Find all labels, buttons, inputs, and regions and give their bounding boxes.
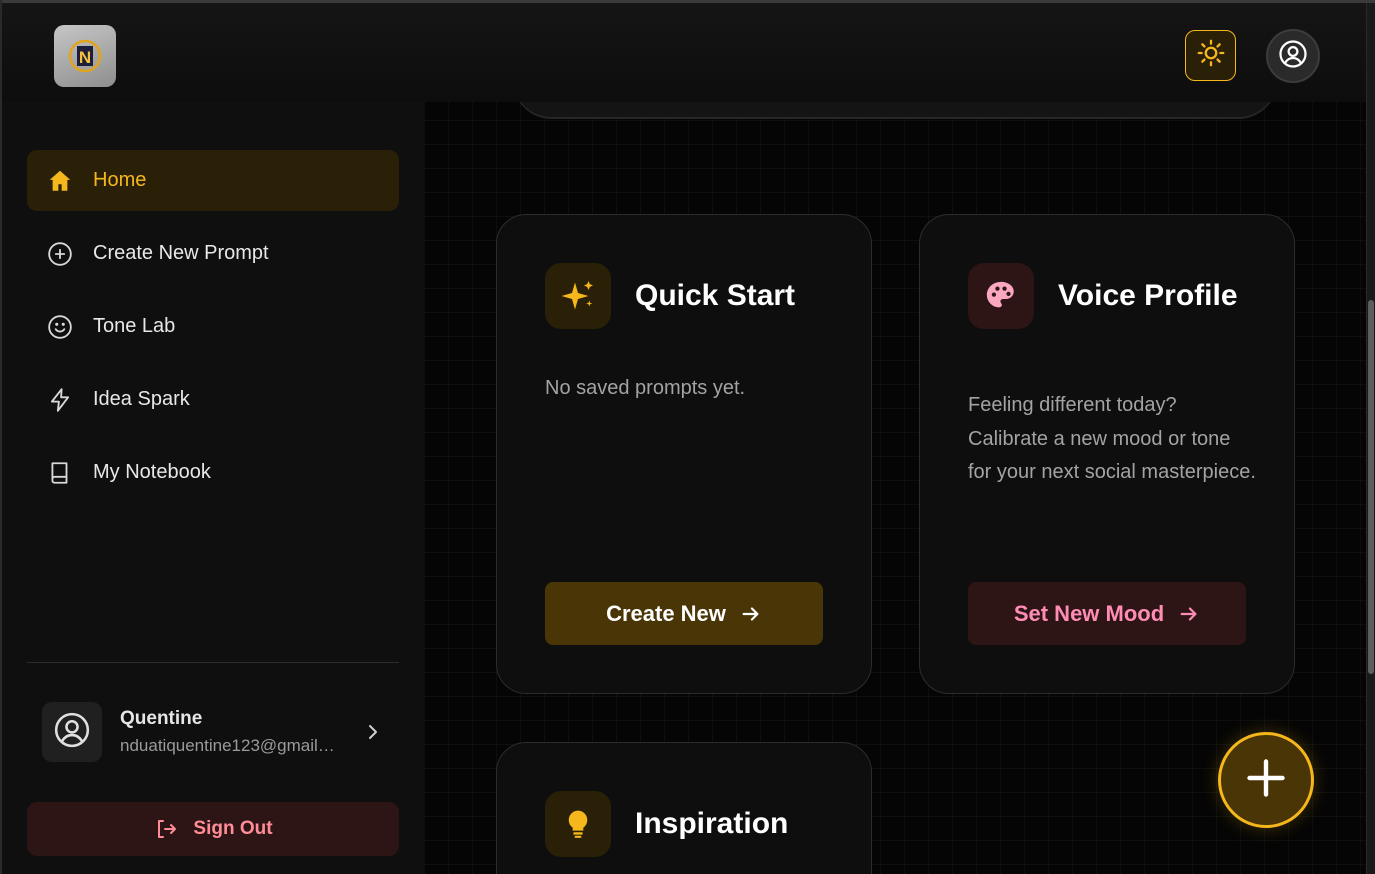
create-new-label: Create New xyxy=(606,600,726,626)
lightning-icon xyxy=(47,387,73,413)
profile-button[interactable] xyxy=(1266,29,1320,83)
quick-start-title: Quick Start xyxy=(635,279,796,312)
top-bar: N xyxy=(2,3,1366,102)
set-new-mood-label: Set New Mood xyxy=(1013,600,1165,626)
user-name: Quentine xyxy=(120,708,203,729)
user-circle-icon xyxy=(1278,39,1308,74)
sun-icon xyxy=(1197,39,1225,72)
voice-profile-card: Voice Profile Feeling different today? C… xyxy=(919,214,1295,694)
main-content: Quick Start No saved prompts yet. Create… xyxy=(424,0,1366,874)
sidebar-item-label: Create New Prompt xyxy=(93,242,269,264)
voice-profile-title: Voice Profile xyxy=(1058,279,1238,312)
sidebar-item-label: Home xyxy=(93,169,147,191)
window-top-border xyxy=(0,0,1375,3)
inspiration-title: Inspiration xyxy=(635,807,789,840)
notebook-icon xyxy=(47,460,73,486)
plus-circle-icon xyxy=(47,241,73,267)
user-circle-icon xyxy=(53,711,91,754)
sidebar-item-my-notebook[interactable]: My Notebook xyxy=(27,442,399,503)
voice-profile-text: Feeling different today? Calibrate a new… xyxy=(968,394,1256,483)
sidebar-item-tone-lab[interactable]: Tone Lab xyxy=(27,296,399,357)
quick-start-text: No saved prompts yet. xyxy=(545,377,746,399)
sign-out-label: Sign Out xyxy=(193,818,273,839)
chevron-right-icon xyxy=(363,720,383,744)
svg-text:N: N xyxy=(79,48,91,67)
theme-toggle-button[interactable] xyxy=(1185,30,1236,81)
palette-icon xyxy=(968,263,1034,329)
sign-out-button[interactable]: Sign Out xyxy=(27,802,399,856)
arrow-right-icon xyxy=(1178,603,1200,625)
avatar xyxy=(42,702,102,762)
sidebar-item-idea-spark[interactable]: Idea Spark xyxy=(27,369,399,430)
set-new-mood-button[interactable]: Set New Mood xyxy=(968,582,1246,645)
scrollbar-thumb[interactable] xyxy=(1368,300,1374,674)
sidebar-item-label: Idea Spark xyxy=(93,388,190,410)
sparkles-icon xyxy=(545,263,611,329)
add-fab-button[interactable] xyxy=(1218,732,1314,828)
smile-icon xyxy=(47,314,73,340)
user-profile-row[interactable]: Quentine nduatiquentine123@gmail.com xyxy=(27,700,399,764)
inspiration-card: Inspiration xyxy=(496,742,872,874)
logout-icon xyxy=(153,816,179,842)
app-logo[interactable]: N xyxy=(54,25,116,87)
arrow-right-icon xyxy=(740,603,762,625)
create-new-button[interactable]: Create New xyxy=(545,582,823,645)
plus-icon xyxy=(1244,756,1288,805)
home-icon xyxy=(47,168,73,194)
window-left-border xyxy=(0,0,2,874)
sidebar-item-label: Tone Lab xyxy=(93,315,176,337)
sidebar-item-home[interactable]: Home xyxy=(27,150,399,211)
user-email: nduatiquentine123@gmail.com xyxy=(120,736,335,755)
quick-start-card: Quick Start No saved prompts yet. Create… xyxy=(496,214,872,694)
sidebar-divider xyxy=(27,662,399,663)
sidebar-item-label: My Notebook xyxy=(93,461,211,483)
lightbulb-icon xyxy=(545,791,611,857)
sidebar-item-create-new-prompt[interactable]: Create New Prompt xyxy=(27,223,399,284)
sidebar: Home Create New Prompt Tone Lab Idea Spa… xyxy=(2,102,424,874)
